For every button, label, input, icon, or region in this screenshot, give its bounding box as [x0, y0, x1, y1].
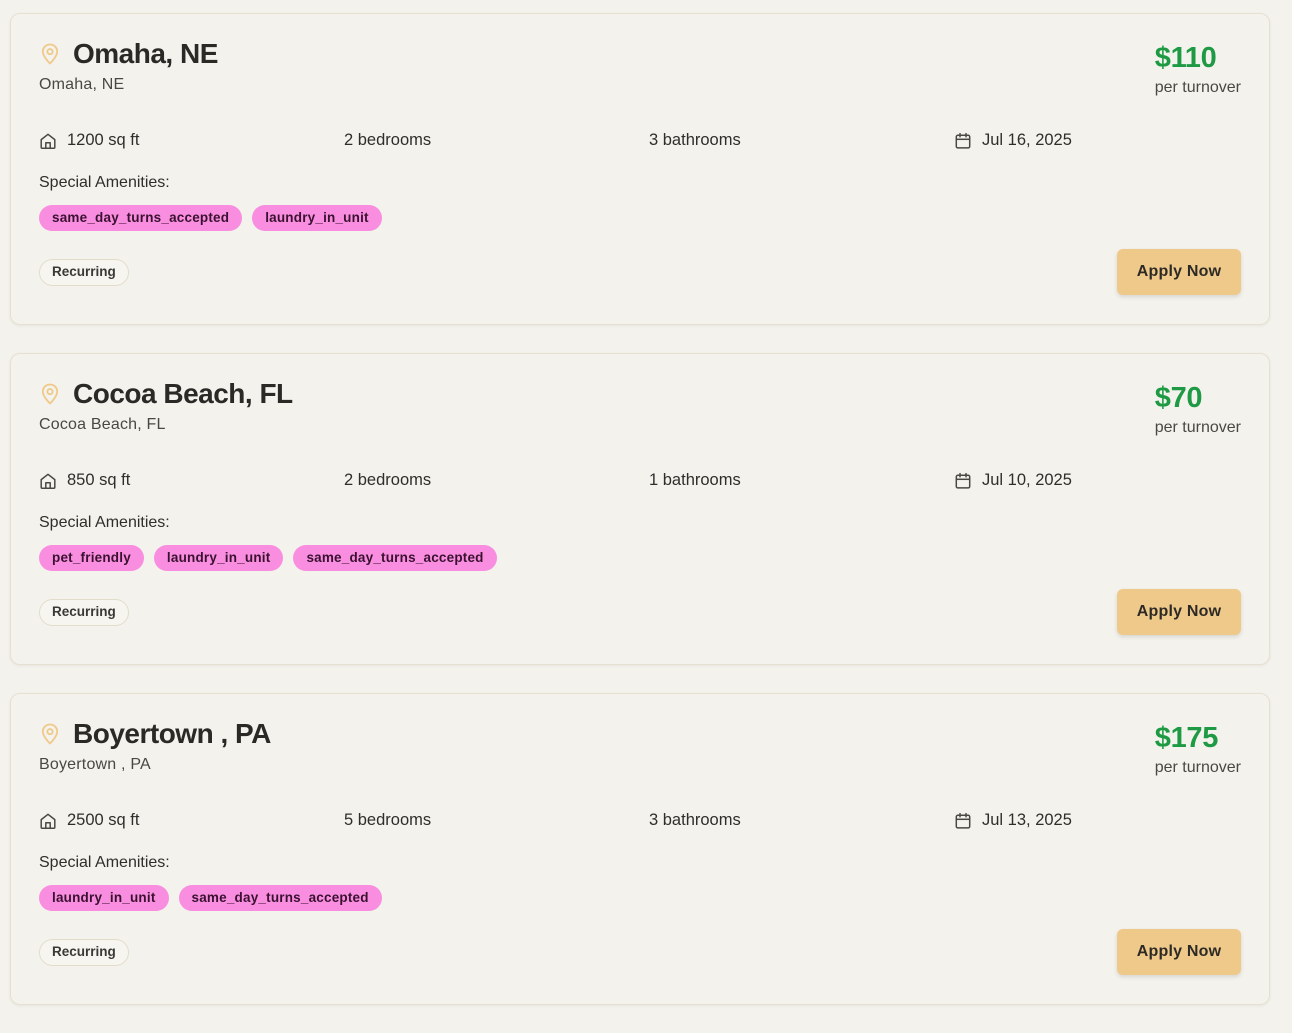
- map-pin-icon: [39, 722, 61, 746]
- listing-specs: 850 sq ft 2 bedrooms 1 bathrooms Jul 10,…: [39, 471, 1259, 495]
- spec-date: Jul 10, 2025: [954, 471, 1072, 490]
- listing-title-row: Cocoa Beach, FL: [39, 378, 293, 410]
- spec-bathrooms-value: 3 bathrooms: [649, 131, 741, 149]
- spec-area-value: 850 sq ft: [67, 471, 131, 489]
- amenities-label: Special Amenities:: [39, 854, 170, 871]
- listing-list: Omaha, NE Omaha, NE $110 per turnover 12…: [10, 13, 1270, 1033]
- listing-price: $70: [1154, 382, 1203, 414]
- amenity-chip: laundry_in_unit: [39, 885, 169, 911]
- listing-header: Boyertown , PA Boyertown , PA: [39, 718, 271, 774]
- spec-date-value: Jul 10, 2025: [982, 471, 1072, 489]
- price-block: $175 per turnover: [1155, 722, 1241, 777]
- spec-date-value: Jul 13, 2025: [982, 811, 1072, 829]
- price-unit: per turnover: [1154, 419, 1241, 436]
- spec-bedrooms-value: 2 bedrooms: [344, 471, 432, 489]
- home-icon: [39, 812, 57, 830]
- spec-area: 2500 sq ft: [39, 811, 139, 830]
- price-unit: per turnover: [1154, 759, 1241, 776]
- spec-bedrooms-value: 5 bedrooms: [344, 811, 432, 829]
- spec-bedrooms: 2 bedrooms: [344, 131, 431, 150]
- apply-now-button[interactable]: Apply Now: [1117, 589, 1241, 635]
- spec-bedrooms-value: 2 bedrooms: [344, 131, 432, 149]
- spec-bedrooms: 5 bedrooms: [344, 811, 431, 830]
- listing-card: Omaha, NE Omaha, NE $110 per turnover 12…: [10, 13, 1270, 325]
- listing-price: $175: [1154, 722, 1219, 754]
- home-icon: [39, 132, 57, 150]
- listing-title: Omaha, NE: [73, 38, 218, 69]
- listing-location: Boyertown , PA: [39, 756, 151, 773]
- amenity-chips: laundry_in_unit same_day_turns_accepted: [39, 885, 392, 911]
- apply-now-button[interactable]: Apply Now: [1117, 929, 1241, 975]
- calendar-icon: [954, 472, 972, 490]
- spec-date: Jul 13, 2025: [954, 811, 1072, 830]
- spec-bedrooms: 2 bedrooms: [344, 471, 431, 490]
- listing-card: Cocoa Beach, FL Cocoa Beach, FL $70 per …: [10, 353, 1270, 665]
- spec-area: 850 sq ft: [39, 471, 130, 490]
- recurring-badge: Recurring: [39, 939, 129, 966]
- spec-bathrooms-value: 3 bathrooms: [649, 811, 741, 829]
- listing-location: Omaha, NE: [39, 76, 125, 93]
- calendar-icon: [954, 812, 972, 830]
- amenity-chip: laundry_in_unit: [153, 545, 284, 571]
- listing-location: Cocoa Beach, FL: [39, 416, 166, 433]
- price-block: $110 per turnover: [1155, 42, 1241, 97]
- price-block: $70 per turnover: [1155, 382, 1241, 437]
- amenities-label: Special Amenities:: [39, 174, 170, 191]
- recurring-badge: Recurring: [39, 259, 129, 286]
- spec-area-value: 2500 sq ft: [67, 811, 140, 829]
- spec-date-value: Jul 16, 2025: [982, 131, 1072, 149]
- listing-title-row: Boyertown , PA: [39, 718, 271, 750]
- amenity-chip: same_day_turns_accepted: [178, 885, 382, 911]
- amenity-chips: pet_friendly laundry_in_unit same_day_tu…: [39, 545, 507, 571]
- listing-price: $110: [1154, 42, 1217, 74]
- amenity-chips: same_day_turns_accepted laundry_in_unit: [39, 205, 392, 231]
- listing-header: Omaha, NE Omaha, NE: [39, 38, 218, 94]
- listing-title: Boyertown , PA: [73, 718, 271, 749]
- price-unit: per turnover: [1154, 79, 1241, 96]
- spec-bathrooms-value: 1 bathrooms: [649, 471, 741, 489]
- map-pin-icon: [39, 382, 61, 406]
- amenities-label: Special Amenities:: [39, 514, 170, 531]
- spec-date: Jul 16, 2025: [954, 131, 1072, 150]
- amenity-chip: laundry_in_unit: [252, 205, 382, 231]
- listing-specs: 1200 sq ft 2 bedrooms 3 bathrooms Jul 16…: [39, 131, 1259, 155]
- listing-header: Cocoa Beach, FL Cocoa Beach, FL: [39, 378, 293, 434]
- amenity-chip: same_day_turns_accepted: [39, 205, 243, 231]
- recurring-badge: Recurring: [39, 599, 129, 626]
- amenity-chip: pet_friendly: [39, 545, 144, 571]
- spec-bathrooms: 3 bathrooms: [649, 131, 741, 150]
- spec-area: 1200 sq ft: [39, 131, 139, 150]
- listing-title: Cocoa Beach, FL: [73, 378, 293, 409]
- spec-bathrooms: 3 bathrooms: [649, 811, 741, 830]
- apply-now-button[interactable]: Apply Now: [1117, 249, 1241, 295]
- map-pin-icon: [39, 42, 61, 66]
- spec-area-value: 1200 sq ft: [67, 131, 140, 149]
- listing-specs: 2500 sq ft 5 bedrooms 3 bathrooms Jul 13…: [39, 811, 1259, 835]
- listing-title-row: Omaha, NE: [39, 38, 218, 70]
- amenity-chip: same_day_turns_accepted: [293, 545, 497, 571]
- spec-bathrooms: 1 bathrooms: [649, 471, 741, 490]
- listing-card: Boyertown , PA Boyertown , PA $175 per t…: [10, 693, 1270, 1005]
- home-icon: [39, 472, 57, 490]
- calendar-icon: [954, 132, 972, 150]
